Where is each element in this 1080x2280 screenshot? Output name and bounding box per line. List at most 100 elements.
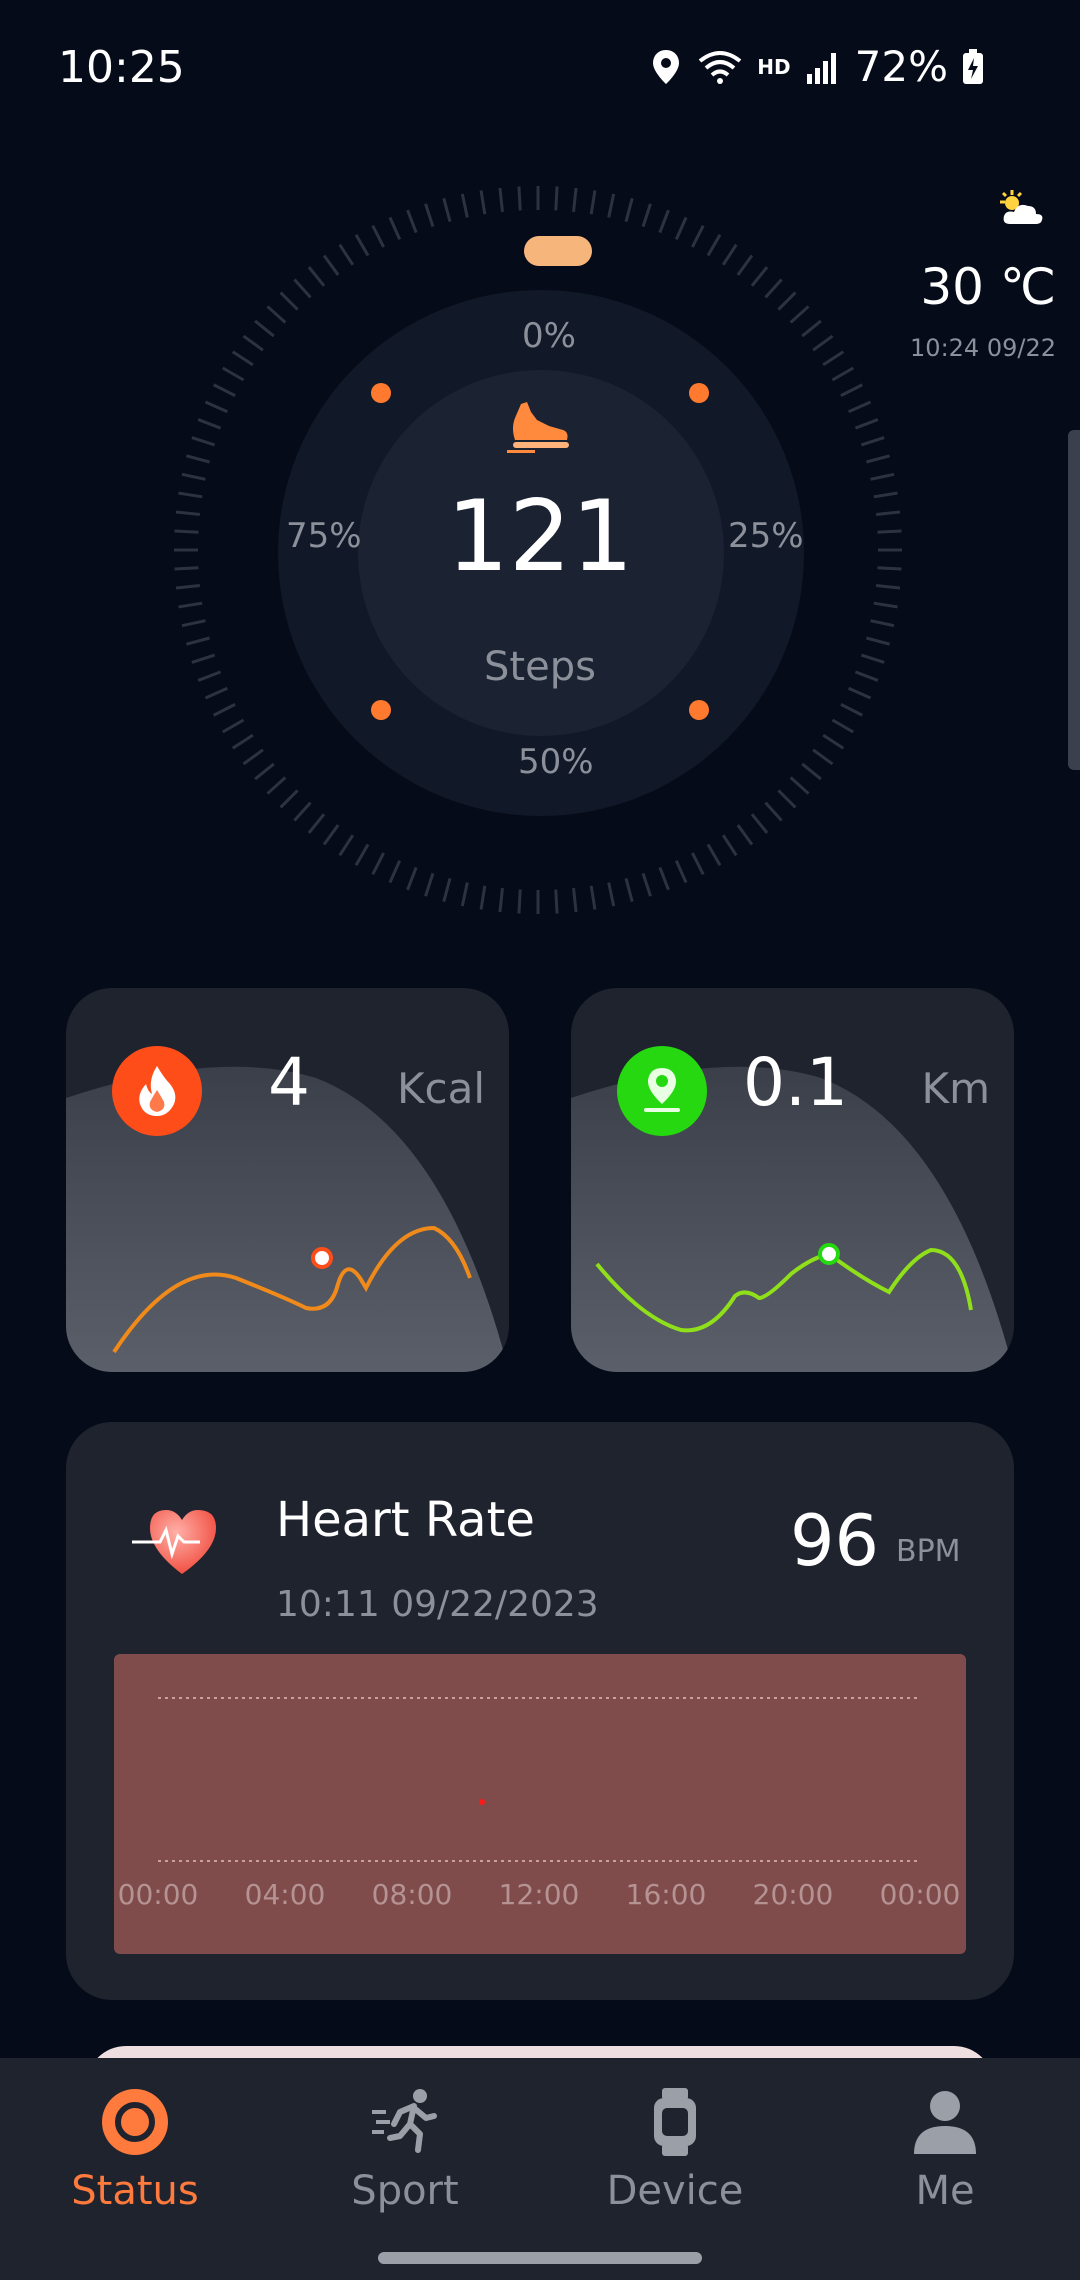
dial-tick <box>231 350 254 367</box>
heart-rate-value: 96 <box>790 1500 880 1582</box>
weather-updated-time: 10:24 09/22 <box>910 334 1056 362</box>
dial-tick <box>191 436 216 447</box>
progress-marker <box>524 236 592 266</box>
progress-label-25: 25% <box>728 516 804 556</box>
dial-tick <box>789 776 810 795</box>
dial-tick <box>840 703 864 717</box>
progress-label-75: 75% <box>286 516 362 556</box>
dial-tick <box>624 878 634 902</box>
scrollbar[interactable] <box>1068 430 1080 770</box>
dial-tick <box>479 190 487 215</box>
dial-tick <box>589 190 597 215</box>
chart-tick-label: 12:00 <box>498 1878 580 1911</box>
dial-tick <box>175 584 201 590</box>
dial-tick <box>877 566 902 571</box>
dial-tick <box>266 305 287 324</box>
dial-tick <box>854 670 879 682</box>
dial-tick <box>293 801 312 822</box>
nav-me-label: Me <box>915 2168 975 2214</box>
dial-tick <box>877 529 902 534</box>
dial-dot <box>689 700 709 720</box>
dial-tick <box>178 491 203 499</box>
dial-tick <box>789 305 810 324</box>
battery-charging-icon <box>962 48 984 85</box>
flame-icon <box>112 1046 202 1136</box>
nav-status-label: Status <box>71 2168 199 2214</box>
nav-device-label: Device <box>606 2168 744 2214</box>
dial-tick <box>242 334 264 352</box>
dial-tick <box>181 619 206 628</box>
dial-tick <box>197 670 222 682</box>
dial-tick <box>191 653 216 664</box>
dial-tick <box>307 813 326 834</box>
dial-tick <box>674 216 688 241</box>
dial-tick <box>706 234 722 257</box>
dial-tick <box>607 882 616 907</box>
status-ring-icon <box>101 2088 169 2160</box>
signal-icon <box>805 50 841 84</box>
dial-tick <box>658 209 670 234</box>
steps-count: 121 <box>446 480 634 594</box>
heart-rate-title: Heart Rate <box>276 1492 535 1548</box>
nav-sport-label: Sport <box>351 2168 459 2214</box>
distance-card[interactable]: 0.1 Km <box>571 988 1014 1372</box>
dial-tick <box>517 889 522 914</box>
dial-tick <box>178 601 203 609</box>
nav-sport[interactable]: Sport <box>270 2088 540 2214</box>
heart-rate-chart[interactable]: 00:00 04:00 08:00 12:00 16:00 20:00 00:00 <box>114 1654 966 1954</box>
dial-tick <box>721 834 738 857</box>
running-person-icon <box>370 2088 440 2160</box>
status-icons: HD 72% <box>649 42 984 91</box>
dial-tick <box>197 418 222 430</box>
dial-tick <box>870 472 895 481</box>
dial-tick <box>777 789 797 809</box>
dial-tick <box>777 291 797 311</box>
dial-tick <box>674 859 688 884</box>
calories-unit: Kcal <box>396 1064 485 1113</box>
dial-tick <box>517 186 522 211</box>
dial-tick <box>641 203 652 228</box>
dial-tick <box>860 436 885 447</box>
chart-tick-label: 20:00 <box>752 1878 834 1911</box>
dial-tick <box>279 789 299 809</box>
dial-tick <box>750 266 769 287</box>
dial-tick <box>442 198 452 222</box>
dial-tick <box>847 400 872 414</box>
dial-tick <box>479 885 487 910</box>
dial-tick <box>266 776 287 795</box>
dial-tick <box>498 187 504 213</box>
hd-badge: HD <box>757 54 791 79</box>
dial-tick <box>204 686 229 700</box>
person-icon <box>912 2088 978 2160</box>
nav-device[interactable]: Device <box>540 2088 810 2214</box>
partly-sunny-icon <box>996 188 1046 232</box>
heart-rate-point <box>479 1799 485 1805</box>
distance-value: 0.1 <box>743 1044 848 1121</box>
dial-tick <box>388 859 402 884</box>
dial-tick <box>242 748 264 766</box>
dial-tick <box>658 866 670 891</box>
dial-tick <box>354 234 370 257</box>
calories-card[interactable]: 4 Kcal <box>66 988 509 1372</box>
chart-tick-label: 04:00 <box>244 1878 326 1911</box>
heart-rate-x-axis: 00:00 04:00 08:00 12:00 16:00 20:00 00:00 <box>114 1878 966 1918</box>
dial-tick <box>866 636 890 646</box>
dial-tick <box>181 472 206 481</box>
nav-status[interactable]: Status <box>0 2088 270 2214</box>
dial-tick <box>222 718 245 734</box>
dial-tick <box>607 193 616 218</box>
dial-tick <box>406 866 418 891</box>
dial-tick <box>460 882 469 907</box>
nav-me[interactable]: Me <box>810 2088 1080 2214</box>
wifi-icon <box>697 49 743 85</box>
dial-tick <box>186 636 210 646</box>
status-time: 10:25 <box>58 42 185 93</box>
dial-tick <box>186 454 210 464</box>
gesture-navigation-bar[interactable] <box>378 2252 702 2264</box>
dial-tick <box>460 193 469 218</box>
dial-tick <box>406 209 418 234</box>
chart-tick-label: 00:00 <box>117 1878 199 1911</box>
dial-tick <box>706 843 722 866</box>
dial-tick <box>736 824 754 846</box>
dial-tick <box>231 733 254 750</box>
